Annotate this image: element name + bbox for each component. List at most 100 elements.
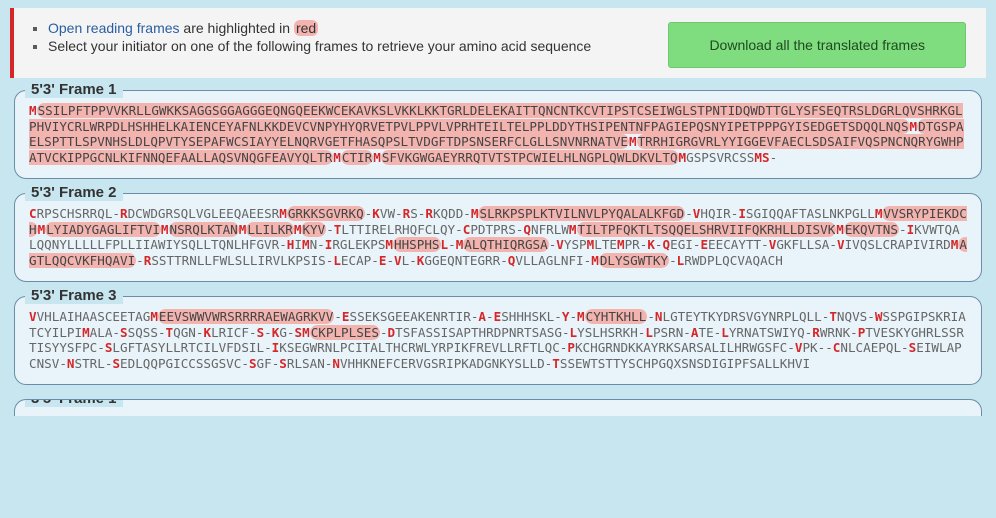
red-residue[interactable]: L xyxy=(721,325,729,340)
residue-run: KSEGWRNLPCITALTHCRWLYRPIKFREVLLRFTLQC- xyxy=(279,340,567,355)
residue-run: PK-- xyxy=(802,340,832,355)
red-residue[interactable]: I xyxy=(738,206,746,221)
red-residue[interactable]: D xyxy=(388,325,396,340)
red-residue[interactable]: N xyxy=(655,309,663,324)
red-residue[interactable]: K xyxy=(647,237,655,252)
residue-run: - xyxy=(899,222,907,237)
red-residue[interactable]: S xyxy=(120,325,128,340)
red-residue[interactable]: N xyxy=(332,356,340,371)
orf-segment[interactable]: KYV xyxy=(301,222,326,237)
orf-segment[interactable]: CYHTKHLL xyxy=(585,309,648,324)
red-residue[interactable]: Q xyxy=(523,222,531,237)
red-residue[interactable]: M xyxy=(373,150,381,165)
red-residue[interactable]: L xyxy=(441,237,449,252)
orf-segment[interactable]: TILTPFQKTLTSQQELSHRVIIFQKRHLLDISVK xyxy=(577,222,837,237)
orf-segment[interactable]: CKPLPLSES xyxy=(310,325,380,340)
orf-segment[interactable]: CTIR xyxy=(341,150,373,165)
red-residue[interactable]: M xyxy=(333,150,341,165)
red-residue[interactable]: L xyxy=(570,325,578,340)
residue-run: - xyxy=(569,309,577,324)
red-residue[interactable]: S xyxy=(762,150,770,165)
red-residue[interactable]: R xyxy=(120,206,128,221)
orf-segment[interactable]: SSILPFTPPVVKRLLGWKKSAGGSGGAGGGEQNGQEEKWC… xyxy=(29,103,963,134)
info-panel: Open reading frames are highlighted in r… xyxy=(10,8,986,78)
frame-53-1: 5'3' Frame 1 MSSILPFTPPVVKRLLGWKKSAGGSGG… xyxy=(14,90,982,179)
red-residue[interactable]: M xyxy=(754,150,762,165)
red-residue[interactable]: M xyxy=(569,222,577,237)
red-residue[interactable]: M xyxy=(629,134,637,149)
residue-run: RWDPLQCVAQACH xyxy=(684,253,783,268)
red-residue[interactable]: S xyxy=(249,356,257,371)
orf-segment[interactable]: LLILKR xyxy=(246,222,294,237)
residue-run: - xyxy=(647,309,655,324)
orf-segment[interactable]: GRKKSGVRKQ xyxy=(287,206,365,221)
red-residue[interactable]: T xyxy=(166,325,174,340)
red-residue[interactable]: T xyxy=(829,309,837,324)
red-residue[interactable]: M xyxy=(150,309,158,324)
residue-run: S- xyxy=(410,206,425,221)
orf-segment[interactable]: DLYSGWTKY xyxy=(599,253,669,268)
red-residue[interactable]: V xyxy=(556,237,564,252)
red-residue[interactable]: M xyxy=(82,325,90,340)
red-residue[interactable]: M xyxy=(617,237,625,252)
residue-run: TE- xyxy=(698,325,721,340)
red-residue[interactable]: A xyxy=(478,309,486,324)
red-residue[interactable]: T xyxy=(552,356,560,371)
red-residue[interactable]: M xyxy=(161,222,169,237)
red-residue[interactable]: E xyxy=(700,237,708,252)
sequence-53-2[interactable]: CRPSCHSRRQL-RDCWDGRSQLVGLEEQAEESRMGRKKSG… xyxy=(29,206,967,269)
red-residue[interactable]: R xyxy=(812,325,820,340)
red-residue[interactable]: Q xyxy=(663,237,671,252)
red-residue[interactable]: M xyxy=(302,237,310,252)
residue-run: - xyxy=(486,309,494,324)
orf-link[interactable]: Open reading frames xyxy=(48,20,180,36)
sequence-53-3[interactable]: VVHLAIHAASCEETAGMEEVSWWVWRSRRRRAEWAGRKVV… xyxy=(29,309,967,372)
orf-segment[interactable]: NSRQLKTAN xyxy=(169,222,239,237)
red-residue[interactable]: K xyxy=(203,325,211,340)
orf-segment[interactable]: LYIADYGAGLIFTVI xyxy=(45,222,161,237)
red-residue[interactable]: M xyxy=(302,325,310,340)
red-residue[interactable]: M xyxy=(591,253,599,268)
residue-run: SSTTRNLLFWLSLLIRVLKPSIS- xyxy=(151,253,333,268)
orf-segment[interactable]: SLRKPSPLKTVILNVLPYQALALKFGD xyxy=(478,206,685,221)
red-residue[interactable]: C xyxy=(29,206,37,221)
red-residue[interactable]: M xyxy=(836,222,844,237)
orf-segment[interactable]: SFVKGWGAEYRRQTVTSTPCWIELHLNGPLQWLDKVLTQ xyxy=(381,150,679,165)
red-residue[interactable]: V xyxy=(394,253,402,268)
red-residue[interactable]: M xyxy=(679,150,687,165)
red-residue[interactable]: M xyxy=(577,309,585,324)
red-residue[interactable]: V xyxy=(29,309,37,324)
residue-run: EGI- xyxy=(670,237,700,252)
red-residue[interactable]: N xyxy=(67,356,75,371)
red-residue[interactable]: M xyxy=(279,206,287,221)
red-residue[interactable]: M xyxy=(29,103,37,118)
residue-run: - xyxy=(685,206,693,221)
red-highlight: red xyxy=(294,20,318,36)
red-residue[interactable]: M xyxy=(910,119,918,134)
sequence-53-1[interactable]: MSSILPFTPPVVKRLLGWKKSAGGSGGAGGGEQNGQEEKW… xyxy=(29,103,967,166)
red-residue[interactable]: E xyxy=(342,309,350,324)
red-residue[interactable]: K xyxy=(372,206,380,221)
residue-run: ALA- xyxy=(90,325,120,340)
orf-segment[interactable]: HHSPHS xyxy=(393,237,441,252)
residue-run: NQVS- xyxy=(837,309,875,324)
residue-run: TSFASSISAPTHRDPNRTSASG- xyxy=(395,325,569,340)
orf-segment[interactable]: ALQTHIQRGSA xyxy=(463,237,548,252)
red-residue[interactable]: P xyxy=(567,340,575,355)
download-button[interactable]: Download all the translated frames xyxy=(668,22,966,68)
red-residue[interactable]: L xyxy=(333,253,341,268)
red-residue[interactable]: S xyxy=(279,356,287,371)
red-residue[interactable]: M xyxy=(385,237,393,252)
residue-run: QGN- xyxy=(173,325,203,340)
residue-run: - xyxy=(669,253,677,268)
residue-run: STRL- xyxy=(75,356,113,371)
residue-run: RPSCHSRRQL- xyxy=(37,206,120,221)
red-residue[interactable]: V xyxy=(837,237,845,252)
orf-segment[interactable]: EEVSWWVWRSRRRRAEWAGRKVV xyxy=(158,309,334,324)
red-residue[interactable]: S xyxy=(112,356,120,371)
red-residue[interactable]: S xyxy=(295,325,303,340)
red-residue[interactable]: L xyxy=(645,325,653,340)
orf-segment[interactable]: EKQVTNS xyxy=(844,222,899,237)
residue-run: - xyxy=(448,237,456,252)
red-residue[interactable]: R xyxy=(425,206,433,221)
